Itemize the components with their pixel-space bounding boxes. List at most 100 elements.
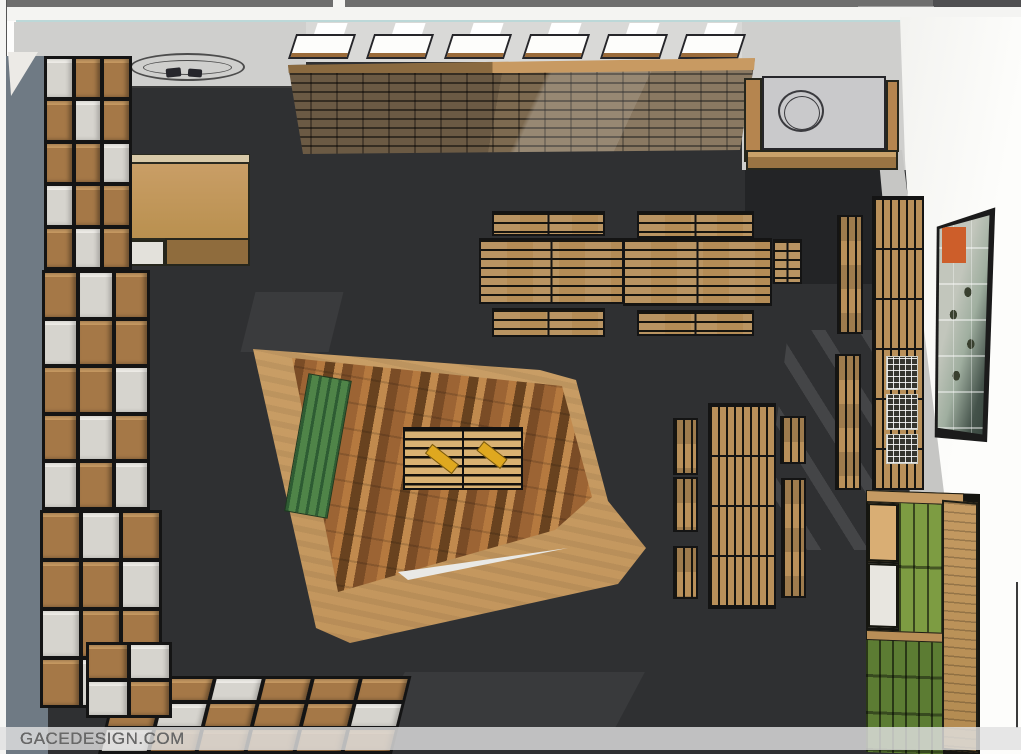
shelf-cube-wood	[45, 416, 76, 460]
shelf-cube-wood	[104, 59, 129, 97]
skylight-frame	[366, 34, 434, 59]
shelf-cube-white	[45, 463, 76, 507]
poster-artwork	[936, 213, 994, 439]
poster-orange-square	[942, 227, 966, 263]
lounge-chair	[188, 69, 203, 78]
display-table	[623, 238, 772, 306]
counter-basin-inner-circle	[784, 96, 820, 130]
shelf-cube-wood	[47, 144, 72, 182]
shelf-cube-white	[43, 611, 79, 656]
shelf-cube-white	[131, 645, 169, 678]
shelf-cube-wood	[260, 679, 310, 700]
shelf-cube-wood	[303, 704, 353, 725]
skylight-frame	[444, 34, 512, 59]
outside-top-strip-gap	[333, 0, 345, 7]
skylight-frame	[678, 34, 746, 59]
display-bench-vertical	[780, 416, 806, 464]
skylight-frame	[522, 34, 590, 59]
shelf-cube-wood	[116, 273, 147, 317]
shelf-cube-wood	[80, 368, 111, 412]
shelf-cube-wood	[131, 682, 169, 715]
shelf-wood-cell	[868, 503, 898, 562]
mesh-basket	[886, 394, 918, 430]
display-table-vertical	[708, 403, 776, 609]
shelf-cube-wood	[43, 562, 79, 607]
shelf-cube-wood	[104, 101, 129, 139]
shelf-cube-white	[89, 682, 127, 715]
display-bench	[492, 308, 605, 337]
shelf-cube-white	[104, 144, 129, 182]
display-bench	[637, 211, 754, 238]
shelf-cube-white	[76, 101, 101, 139]
shelf-cube-wood	[76, 59, 101, 97]
wall-slat-shelf	[837, 215, 863, 334]
shelf-cube-wood	[123, 513, 159, 558]
shelf-cube-wood	[45, 368, 76, 412]
shelf-cube-wood	[205, 704, 255, 725]
cube-shelf-segment	[42, 270, 150, 510]
right-wall-edge-line	[1016, 582, 1018, 728]
display-bench	[637, 310, 754, 336]
display-bench	[773, 239, 802, 284]
shelf-cube-wood	[116, 416, 147, 460]
shelf-cube-white	[351, 704, 401, 725]
green-panel-upper	[899, 503, 943, 635]
floor-rug	[130, 53, 245, 81]
mesh-basket	[886, 434, 918, 464]
shelf-white-cell	[868, 563, 898, 628]
display-bench-vertical	[673, 477, 698, 532]
shelf-cube-wood	[43, 513, 79, 558]
desk-front	[165, 238, 250, 266]
cube-shelf-segment	[86, 642, 172, 718]
skylight-frame	[600, 34, 668, 59]
yellow-stool	[476, 441, 507, 469]
display-bench-vertical	[673, 546, 698, 599]
skylight-frame	[288, 34, 356, 59]
desk-body	[113, 162, 250, 240]
floor-shadow-bottom	[375, 672, 645, 728]
display-bench-vertical	[781, 478, 806, 598]
wall-slat-shelf	[835, 354, 861, 490]
watermark-text: GACEDESIGN.COM	[20, 729, 185, 749]
shelf-wood-side-panel	[942, 500, 978, 753]
service-counter	[744, 74, 900, 172]
shelf-cube-white	[76, 229, 101, 267]
shelf-cube-white	[45, 321, 76, 365]
counter-front	[746, 150, 898, 170]
green-locker-shelf	[866, 490, 980, 754]
render-canvas: GACEDESIGN.COM GACEDESIGN.COM GACEDESIGN…	[0, 0, 1021, 754]
platform-display-table	[403, 427, 523, 490]
shelf-cube-wood	[309, 679, 359, 700]
counter-wood-strip	[886, 80, 899, 152]
shelf-cube-wood	[76, 144, 101, 182]
shelf-cube-wood	[45, 273, 76, 317]
shelf-cube-white	[123, 562, 159, 607]
display-bench	[492, 211, 605, 236]
shelf-cube-wood	[47, 229, 72, 267]
shelf-cube-wood	[76, 186, 101, 224]
display-table	[479, 238, 624, 304]
shelf-cube-wood	[358, 679, 408, 700]
shelf-cube-wood	[43, 660, 79, 705]
reception-desk	[113, 154, 253, 270]
shelf-cube-wood	[104, 186, 129, 224]
yellow-stool	[425, 444, 459, 474]
shelf-cube-wood	[83, 562, 119, 607]
counter-top	[762, 76, 886, 150]
shelf-cube-wood	[104, 229, 129, 267]
shelf-cube-wood	[116, 321, 147, 365]
display-bench-vertical	[673, 418, 698, 475]
shelf-cube-white	[80, 273, 111, 317]
shelf-cube-wood	[47, 101, 72, 139]
mesh-basket	[886, 356, 918, 390]
shelf-cube-white	[47, 186, 72, 224]
cube-shelf-segment	[44, 56, 132, 270]
top-wall-band	[6, 7, 1021, 21]
lounge-chair	[166, 67, 182, 78]
shelf-cube-wood	[254, 704, 304, 725]
shelf-cube-wood	[89, 645, 127, 678]
shelf-cube-white	[80, 416, 111, 460]
shelf-cube-wood	[80, 321, 111, 365]
shelf-cube-wood	[80, 463, 111, 507]
reading-platform	[250, 340, 650, 650]
